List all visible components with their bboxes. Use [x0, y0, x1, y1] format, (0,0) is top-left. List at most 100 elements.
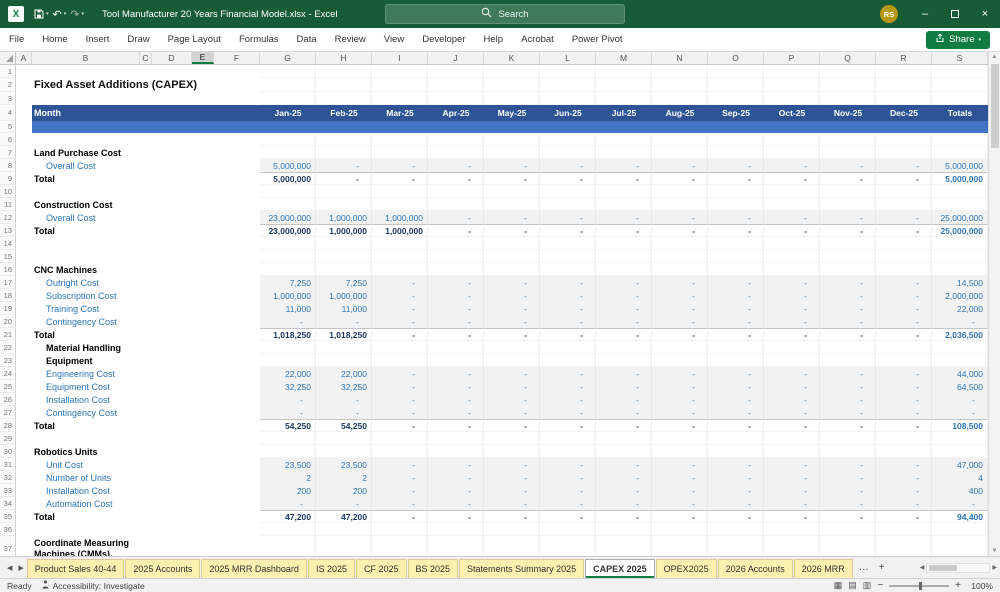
cell[interactable]: - — [820, 328, 876, 341]
ribbon-tab-insert[interactable]: Insert — [77, 28, 119, 51]
cell[interactable] — [540, 78, 596, 92]
cell[interactable] — [876, 92, 932, 105]
cell[interactable] — [16, 92, 32, 105]
cell[interactable]: - — [820, 380, 876, 393]
cell[interactable] — [16, 328, 32, 341]
hscroll-left-icon[interactable]: ◀ — [920, 564, 925, 571]
row-number[interactable]: 18 — [0, 289, 16, 302]
cell[interactable] — [820, 250, 876, 263]
cell[interactable] — [428, 263, 484, 276]
cell[interactable] — [428, 121, 484, 133]
cell[interactable]: - — [596, 276, 652, 289]
cell[interactable]: - — [876, 367, 932, 380]
cell[interactable]: - — [484, 159, 540, 172]
cell[interactable] — [316, 121, 372, 133]
cell[interactable] — [260, 133, 316, 146]
cell[interactable] — [16, 289, 32, 302]
cell[interactable]: - — [876, 315, 932, 328]
cell[interactable] — [484, 78, 540, 92]
cell[interactable] — [876, 354, 932, 367]
cell[interactable] — [652, 237, 708, 250]
cell[interactable] — [16, 393, 32, 406]
page-break-view-icon[interactable]: ▥ — [863, 580, 872, 591]
cell[interactable] — [372, 121, 428, 133]
row-label[interactable]: Total — [32, 224, 260, 237]
cell[interactable]: - — [820, 289, 876, 302]
cell[interactable]: - — [764, 328, 820, 341]
cell[interactable]: - — [708, 224, 764, 237]
cell[interactable] — [708, 133, 764, 146]
row-label[interactable]: Number of Units — [32, 471, 260, 484]
cell[interactable] — [708, 536, 764, 556]
sheet-tab-is-2025[interactable]: IS 2025 — [307, 559, 355, 578]
cell[interactable] — [708, 92, 764, 105]
row-label[interactable]: Training Cost — [32, 302, 260, 315]
cell[interactable]: - — [316, 406, 372, 419]
cell[interactable] — [484, 341, 540, 354]
row-number[interactable]: 7 — [0, 146, 16, 159]
cell[interactable] — [820, 198, 876, 211]
cell[interactable] — [652, 78, 708, 92]
cell[interactable]: - — [652, 484, 708, 497]
row-number[interactable]: 20 — [0, 315, 16, 328]
totals-cell[interactable]: - — [932, 497, 988, 510]
save-icon[interactable] — [34, 9, 44, 19]
cell[interactable]: 54,250 — [316, 419, 372, 432]
cell[interactable]: - — [764, 510, 820, 523]
cell[interactable] — [708, 146, 764, 159]
cell[interactable]: - — [708, 172, 764, 185]
cell[interactable]: - — [876, 380, 932, 393]
row-number[interactable]: 31 — [0, 458, 16, 471]
column-header-P[interactable]: P — [764, 52, 820, 64]
cell[interactable] — [764, 198, 820, 211]
sheet-tab-capex-2025[interactable]: CAPEX 2025 — [585, 559, 655, 578]
cell[interactable]: - — [652, 302, 708, 315]
cell[interactable] — [372, 341, 428, 354]
cell[interactable]: - — [876, 211, 932, 224]
cell[interactable] — [820, 237, 876, 250]
cell[interactable] — [596, 523, 652, 536]
cell[interactable]: - — [820, 497, 876, 510]
cell[interactable]: - — [764, 497, 820, 510]
horizontal-scrollbar-track[interactable] — [926, 562, 991, 573]
cell[interactable]: - — [764, 419, 820, 432]
cell[interactable] — [596, 432, 652, 445]
cell[interactable] — [372, 250, 428, 263]
cell[interactable] — [876, 263, 932, 276]
cell[interactable]: - — [876, 484, 932, 497]
cell[interactable]: - — [764, 471, 820, 484]
cell[interactable]: 23,500 — [316, 458, 372, 471]
cell[interactable]: Feb-25 — [316, 105, 372, 121]
cell[interactable]: - — [820, 302, 876, 315]
cell[interactable] — [652, 263, 708, 276]
cell[interactable] — [876, 198, 932, 211]
column-header-D[interactable]: D — [152, 52, 192, 64]
cell[interactable] — [316, 250, 372, 263]
cell[interactable] — [316, 536, 372, 556]
cell[interactable]: - — [316, 315, 372, 328]
cell[interactable]: - — [764, 315, 820, 328]
cell[interactable] — [764, 341, 820, 354]
cell[interactable] — [316, 263, 372, 276]
cell[interactable]: - — [876, 393, 932, 406]
cell[interactable]: - — [372, 172, 428, 185]
cell[interactable] — [372, 146, 428, 159]
sheet-nav-left-icon[interactable]: ◀ — [4, 564, 15, 572]
cell[interactable]: - — [540, 393, 596, 406]
cell[interactable] — [484, 198, 540, 211]
row-label[interactable]: CNC Machines — [32, 263, 260, 276]
sheet-tab-2025-mrr-dashboard[interactable]: 2025 MRR Dashboard — [201, 559, 307, 578]
cell[interactable]: - — [764, 484, 820, 497]
cell[interactable]: 54,250 — [260, 419, 316, 432]
cell[interactable]: - — [820, 393, 876, 406]
row-label[interactable]: Construction Cost — [32, 198, 260, 211]
cell[interactable]: - — [484, 289, 540, 302]
cell[interactable] — [764, 121, 820, 133]
row-label[interactable]: Automation Cost — [32, 497, 260, 510]
row-label[interactable]: Outright Cost — [32, 276, 260, 289]
row-number[interactable]: 34 — [0, 497, 16, 510]
cell[interactable]: - — [596, 367, 652, 380]
cell[interactable] — [876, 523, 932, 536]
row-number[interactable]: 30 — [0, 445, 16, 458]
cell[interactable]: - — [372, 302, 428, 315]
